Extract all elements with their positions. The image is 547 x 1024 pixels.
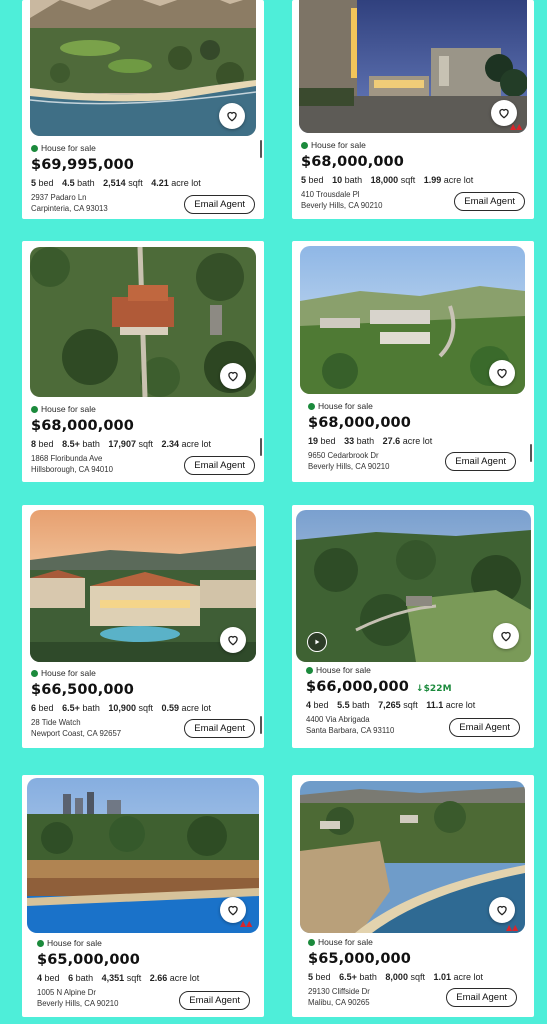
scroll-indicator — [260, 140, 262, 158]
listing-price: $69,995,000 — [31, 157, 134, 173]
heart-outline-icon — [499, 108, 509, 119]
email-agent-button[interactable]: Email Agent — [449, 718, 520, 737]
listing-price: $65,000,000 — [37, 952, 140, 968]
listing-specs: 5 bed 10 bath 18,000 sqft 1.99 acre lot — [301, 175, 474, 185]
listing-card[interactable]: House for sale $66,000,000 ↓$22M 4 bed 5.… — [292, 505, 534, 748]
listing-specs: 5 bed 4.5 bath 2,514 sqft 4.21 acre lot — [31, 178, 201, 188]
listing-price: $66,500,000 — [31, 682, 134, 698]
listing-price: $68,000,000 — [31, 418, 134, 434]
mls-logo-icon: ▲▲ — [506, 923, 519, 932]
listing-status: House for sale — [306, 664, 525, 676]
heart-outline-icon — [227, 111, 237, 122]
price-drop-badge: ↓$22M — [415, 684, 452, 694]
heart-outline-icon — [497, 368, 507, 379]
listing-price: $65,000,000 — [308, 951, 411, 967]
heart-outline-icon — [228, 635, 238, 646]
status-dot — [31, 669, 38, 677]
status-dot — [37, 939, 44, 947]
status-dot — [306, 666, 313, 674]
listing-specs: 8 bed 8.5+ bath 17,907 sqft 2.34 acre lo… — [31, 439, 212, 449]
favorite-button[interactable] — [220, 627, 246, 653]
listing-status: House for sale — [31, 403, 255, 415]
mls-logo-icon: ▲▲ — [240, 919, 253, 928]
listing-specs: 6 bed 6.5+ bath 10,900 sqft 0.59 acre lo… — [31, 703, 212, 713]
listing-specs: 5 bed 6.5+ bath 8,000 sqft 1.01 acre lot — [308, 972, 484, 982]
favorite-button[interactable] — [219, 103, 245, 129]
heart-outline-icon — [501, 631, 511, 642]
scroll-indicator — [260, 716, 262, 734]
scroll-indicator — [530, 444, 532, 462]
heart-outline-icon — [228, 371, 238, 382]
favorite-button[interactable] — [220, 363, 246, 389]
listing-specs: 4 bed 5.5 bath 7,265 sqft 11.1 acre lot — [306, 700, 476, 710]
favorite-button[interactable] — [489, 360, 515, 386]
heart-outline-icon — [228, 905, 238, 916]
email-agent-button[interactable]: Email Agent — [445, 452, 516, 471]
favorite-button[interactable] — [493, 623, 519, 649]
listing-status: House for sale — [301, 139, 525, 151]
listing-card[interactable]: House for sale $66,500,000 6 bed 6.5+ ba… — [22, 505, 264, 748]
listing-specs: 19 bed 33 bath 27.6 acre lot — [308, 436, 433, 446]
listing-card[interactable]: House for sale $69,995,000 5 bed 4.5 bat… — [22, 0, 264, 219]
listing-status: House for sale — [308, 936, 525, 948]
email-agent-button[interactable]: Email Agent — [446, 988, 517, 1007]
favorite-button[interactable] — [489, 897, 515, 923]
listing-price: $66,000,000 ↓$22M — [306, 679, 452, 695]
listing-status: House for sale — [31, 142, 255, 154]
listing-status: House for sale — [37, 937, 255, 949]
mls-logo-icon: ▲▲ — [510, 122, 523, 131]
listing-price: $68,000,000 — [308, 415, 411, 431]
listing-card[interactable]: ▲▲ House for sale $68,000,000 5 bed 10 b… — [292, 0, 534, 219]
listing-price: $68,000,000 — [301, 154, 404, 170]
listing-status: House for sale — [308, 400, 525, 412]
email-agent-button[interactable]: Email Agent — [184, 456, 255, 475]
email-agent-button[interactable]: Email Agent — [184, 719, 255, 738]
status-dot — [308, 938, 315, 946]
email-agent-button[interactable]: Email Agent — [184, 195, 255, 214]
status-dot — [31, 144, 38, 152]
listing-card[interactable]: House for sale $68,000,000 19 bed 33 bat… — [292, 241, 534, 482]
status-dot — [308, 402, 315, 410]
video-play-icon[interactable] — [307, 632, 327, 652]
listing-card[interactable]: House for sale $68,000,000 8 bed 8.5+ ba… — [22, 241, 264, 482]
listing-specs: 4 bed 6 bath 4,351 sqft 2.66 acre lot — [37, 973, 200, 983]
email-agent-button[interactable]: Email Agent — [454, 192, 525, 211]
listing-card[interactable]: ▲▲ House for sale $65,000,000 5 bed 6.5+… — [292, 775, 534, 1017]
scroll-indicator — [260, 438, 262, 456]
heart-outline-icon — [497, 905, 507, 916]
status-dot — [301, 141, 308, 149]
listing-card[interactable]: ▲▲ House for sale $65,000,000 4 bed 6 ba… — [22, 775, 264, 1017]
status-dot — [31, 405, 38, 413]
email-agent-button[interactable]: Email Agent — [179, 991, 250, 1010]
listing-status: House for sale — [31, 667, 255, 679]
